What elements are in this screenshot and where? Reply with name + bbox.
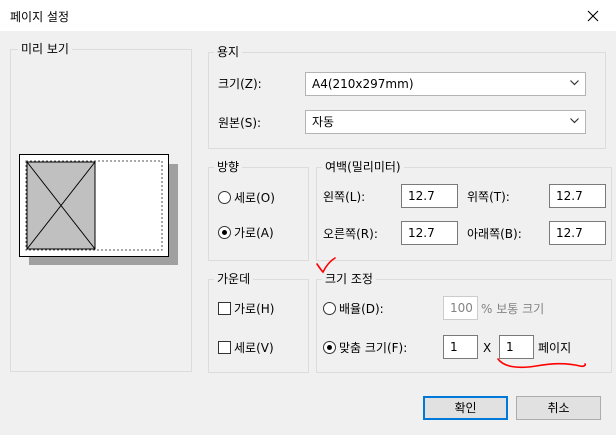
margins-legend: 여백(밀리미터) <box>322 160 404 174</box>
orientation-legend: 방향 <box>214 160 243 174</box>
fit-pages-label: 페이지 <box>538 341 572 355</box>
cancel-button[interactable]: 취소 <box>516 396 601 420</box>
landscape-radio[interactable] <box>218 226 231 239</box>
center-group <box>208 279 309 373</box>
margin-left-input[interactable]: 12.7 <box>401 184 458 208</box>
close-icon <box>587 10 599 21</box>
chevron-down-icon <box>570 118 579 124</box>
paper-source-label: 원본(S): <box>218 116 262 130</box>
center-legend: 가운데 <box>214 272 254 286</box>
paper-source-select[interactable]: 자동 <box>305 110 586 134</box>
scale-input[interactable]: 100 <box>443 296 478 320</box>
margin-top-label: 위쪽(T): <box>467 190 510 204</box>
chevron-down-icon <box>570 80 579 86</box>
fit-label[interactable]: 맞춤 크기(F): <box>339 340 407 356</box>
portrait-radio[interactable] <box>218 191 231 204</box>
margin-bottom-label: 아래쪽(B): <box>467 227 522 241</box>
fit-times-label: X <box>483 341 492 355</box>
fit-wide-input[interactable]: 1 <box>443 335 478 359</box>
annotation-underline <box>497 358 587 369</box>
center-vertical-label[interactable]: 세로(V) <box>234 340 274 356</box>
center-horizontal-label[interactable]: 가로(H) <box>234 301 274 317</box>
scale-radio[interactable] <box>323 302 336 315</box>
center-vertical-checkbox[interactable] <box>218 341 231 354</box>
scale-suffix: % 보통 크기 <box>481 302 545 316</box>
preview-page <box>19 154 169 257</box>
paper-size-label: 크기(Z): <box>218 77 262 91</box>
radio-selected-dot <box>222 230 227 235</box>
radio-selected-dot <box>327 345 332 350</box>
fit-radio[interactable] <box>323 341 336 354</box>
annotation-checkmark <box>316 257 336 274</box>
portrait-label[interactable]: 세로(O) <box>234 190 275 206</box>
paper-source-value: 자동 <box>312 115 335 129</box>
center-horizontal-checkbox[interactable] <box>218 302 231 315</box>
preview-page-content <box>25 160 163 251</box>
margin-left-label: 왼쪽(L): <box>323 190 366 204</box>
paper-size-value: A4(210x297mm) <box>312 77 414 91</box>
close-button[interactable] <box>570 0 616 31</box>
margins-group <box>316 167 612 261</box>
paper-legend: 용지 <box>214 45 243 59</box>
margin-top-input[interactable]: 12.7 <box>549 184 606 208</box>
title-bar: 페이지 설정 <box>0 0 616 31</box>
margin-right-label: 오른쪽(R): <box>323 227 378 241</box>
margin-right-input[interactable]: 12.7 <box>401 221 458 245</box>
preview-legend: 미리 보기 <box>18 42 72 56</box>
paper-size-select[interactable]: A4(210x297mm) <box>305 72 586 96</box>
window-title: 페이지 설정 <box>10 10 70 24</box>
scale-label[interactable]: 배율(D): <box>339 301 384 317</box>
orientation-group <box>208 167 309 261</box>
landscape-label[interactable]: 가로(A) <box>234 225 274 241</box>
margin-bottom-input[interactable]: 12.7 <box>549 221 606 245</box>
paper-group <box>208 52 606 149</box>
ok-button[interactable]: 확인 <box>423 396 508 420</box>
